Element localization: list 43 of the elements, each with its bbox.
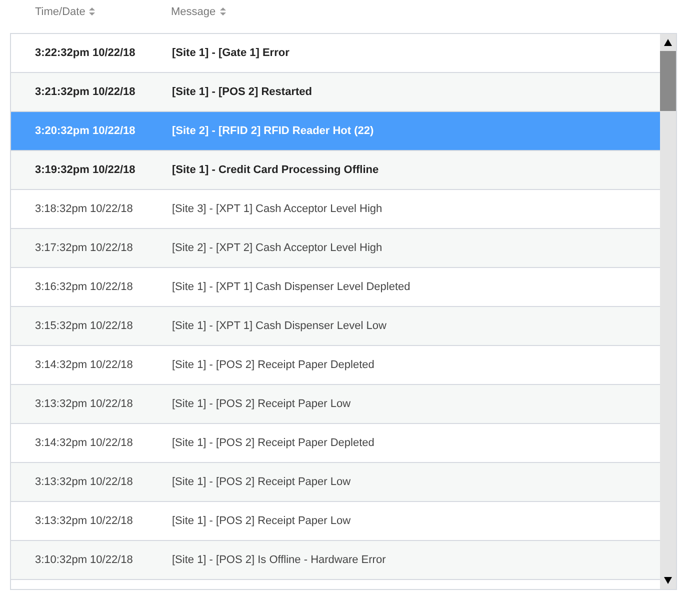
sort-icon <box>220 7 226 16</box>
time-cell-text: 3:14:32pm 10/22/18 <box>35 359 134 371</box>
message-cell: [Site 1] - [POS 2] Receipt Paper Depleted <box>172 359 374 371</box>
message-cell: [Site 2] - [RFID 2] RFID Reader Hot (22) <box>172 125 374 137</box>
message-cell: [Site 1] - [POS 2] Restarted <box>172 86 312 98</box>
time-cell-text: 3:18:32pm 10/22/18 <box>35 203 134 215</box>
message-cell: [Site 2] - [XPT 2] Cash Acceptor Level High <box>172 242 382 254</box>
time-cell-text: 3:13:32pm 10/22/18 <box>35 398 134 410</box>
message-cell: [Site 1] - Credit Card Processing Offline <box>172 164 379 176</box>
table-row[interactable]: 3:10:32pm 10/22/18 [Site 1] - [POS 2] Is Offline - Hardware Error <box>11 541 660 580</box>
scrollbar-thumb[interactable] <box>660 51 676 111</box>
time-cell-text: 3:17:32pm 10/22/18 <box>35 242 134 254</box>
time-cell-text: 3:21:32pm 10/22/18 <box>35 86 136 98</box>
scroll-down-icon[interactable] <box>664 577 672 584</box>
table-row[interactable]: 3:15:32pm 10/22/18 [Site 1] - [XPT 1] Cash Dispenser Level Low <box>11 307 660 346</box>
message-cell: [Site 1] - [XPT 1] Cash Dispenser Level Low <box>172 320 386 332</box>
time-cell-text: 3:20:32pm 10/22/18 <box>35 125 136 137</box>
table-row[interactable]: 3:13:32pm 10/22/18 [Site 1] - [POS 2] Receipt Paper Low <box>11 463 660 502</box>
column-header[interactable]: Time/Date <box>35 6 171 18</box>
time-cell-text: 3:10:32pm 10/22/18 <box>35 554 134 566</box>
time-cell-text: 3:14:32pm 10/22/18 <box>35 437 134 449</box>
message-cell: [Site 1] - [POS 2] Is Offline - Hardware Error <box>172 554 386 566</box>
table-row[interactable]: 3:19:32pm 10/22/18 [Site 1] - Credit Card Processing Offline <box>11 151 660 190</box>
message-cell: [Site 1] - [XPT 1] Cash Dispenser Level Depleted <box>172 281 410 293</box>
time-cell-text: 3:13:32pm 10/22/18 <box>35 515 134 527</box>
message-cell: [Site 1] - [POS 2] Receipt Paper Low <box>172 398 351 410</box>
time-cell-text: 3:19:32pm 10/22/18 <box>35 164 136 176</box>
message-cell: [Site 1] - [POS 2] Receipt Paper Low <box>172 515 351 527</box>
message-cell: [Site 1] - [POS 2] Receipt Paper Low <box>172 476 351 488</box>
message-cell: [Site 1] - [Gate 1] Error <box>172 47 290 59</box>
message-cell: [Site 1] - [POS 2] Receipt Paper Depleted <box>172 437 374 449</box>
sort-icon <box>89 7 96 16</box>
time-cell-text: 3:16:32pm 10/22/18 <box>35 281 134 293</box>
table-row[interactable]: 3:21:32pm 10/22/18 [Site 1] - [POS 2] Restarted <box>11 73 660 112</box>
message-cell: [Site 3] - [XPT 1] Cash Acceptor Level High <box>172 203 382 215</box>
scrollbar[interactable] <box>660 34 676 589</box>
scroll-up-icon[interactable] <box>664 39 672 46</box>
table-row[interactable]: 3:17:32pm 10/22/18 [Site 2] - [XPT 2] Cash Acceptor Level High <box>11 229 660 268</box>
time-cell-text: 3:22:32pm 10/22/18 <box>35 47 136 59</box>
column-header[interactable]: Message <box>171 6 226 18</box>
table-row[interactable]: 3:13:32pm 10/22/18 [Site 1] - [POS 2] Receipt Paper Low <box>11 385 660 424</box>
time-cell-text: 3:13:32pm 10/22/18 <box>35 476 134 488</box>
time-cell-text: 3:15:32pm 10/22/18 <box>35 320 134 332</box>
